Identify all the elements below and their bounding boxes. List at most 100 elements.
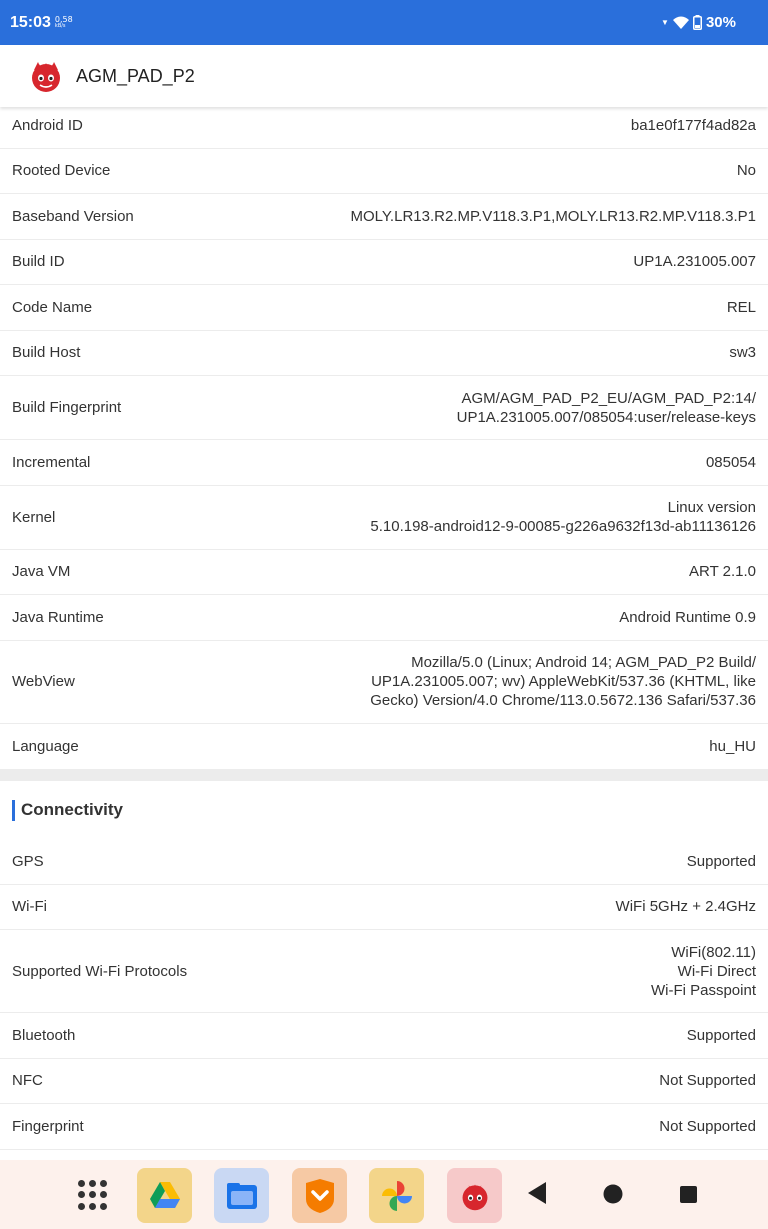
status-right: ▼ 30% <box>661 14 758 31</box>
row-bluetooth: Bluetooth Supported <box>0 1013 768 1059</box>
row-label: Java Runtime <box>12 608 104 626</box>
status-bar: 15:03 0,58 kB/s ▼ 30% <box>0 0 768 45</box>
row-webview: WebView Mozilla/5.0 (Linux; Android 14; … <box>0 641 768 724</box>
row-label: Wi-Fi <box>12 898 47 916</box>
row-label: Code Name <box>12 298 93 316</box>
row-value: 085054 <box>705 453 756 471</box>
grid-dot <box>78 1180 85 1187</box>
row-nfc: NFC Not Supported <box>0 1059 768 1104</box>
row-wifi: Wi-Fi WiFi 5GHz + 2.4GHz <box>0 885 768 930</box>
row-label: Build ID <box>12 253 65 271</box>
files-app-button[interactable] <box>214 1168 269 1223</box>
grid-dot <box>78 1191 85 1199</box>
app-drawer-button[interactable] <box>78 1180 108 1210</box>
grid-dot <box>89 1191 96 1199</box>
row-value: Not Supported <box>659 1117 756 1135</box>
row-value: Supported <box>686 1026 756 1044</box>
signal-arrow-icon: ▼ <box>661 18 669 27</box>
launcher-app-button[interactable] <box>292 1168 347 1223</box>
row-value: hu_HU <box>709 737 756 755</box>
row-build-id: Build ID UP1A.231005.007 <box>0 240 768 285</box>
recents-nav-button[interactable] <box>680 1186 697 1203</box>
row-baseband-version: Baseband Version MOLY.LR13.R2.MP.V118.3.… <box>0 194 768 240</box>
net-speed-value: 0,58 <box>54 14 73 24</box>
antutu-icon <box>462 1183 487 1210</box>
back-nav-button[interactable] <box>528 1182 546 1204</box>
row-label: WebView <box>12 673 75 690</box>
row-label: Incremental <box>12 453 91 471</box>
battery-icon <box>692 15 702 30</box>
photos-app-button[interactable] <box>369 1168 424 1223</box>
grid-dot <box>78 1202 85 1210</box>
row-android-id: Android ID ba1e0f177f4ad82a <box>0 103 768 149</box>
row-incremental: Incremental 085054 <box>0 440 768 486</box>
launcher-icon <box>305 1178 334 1213</box>
row-label: Kernel <box>12 508 56 526</box>
row-value: sw3 <box>729 344 756 362</box>
row-fingerprint: Fingerprint Not Supported <box>0 1104 768 1150</box>
wifi-icon <box>672 16 689 29</box>
net-speed-unit: kB/s <box>54 22 66 29</box>
files-icon <box>226 1182 257 1209</box>
section-title: Connectivity <box>21 800 124 819</box>
app-bar: AGM_PAD_P2 <box>0 45 768 107</box>
row-rooted-device: Rooted Device No <box>0 149 768 194</box>
section-divider <box>0 769 768 781</box>
photos-icon <box>381 1180 412 1211</box>
net-speed: 0,58 kB/s <box>54 14 73 30</box>
row-label: Language <box>12 737 79 755</box>
row-label: Supported Wi-Fi Protocols <box>12 962 188 980</box>
row-label: Android ID <box>12 116 83 134</box>
row-label: Fingerprint <box>12 1117 84 1135</box>
grid-dot <box>100 1191 107 1199</box>
row-label: GPS <box>12 852 44 870</box>
battery-level: 30% <box>705 14 736 31</box>
row-value: WiFi 5GHz + 2.4GHz <box>615 898 756 916</box>
row-value: AGM/AGM_PAD_P2_EU/AGM_PAD_P2:14/ UP1A.23… <box>456 389 756 426</box>
row-code-name: Code Name REL <box>0 285 768 331</box>
row-java-vm: Java VM ART 2.1.0 <box>0 550 768 595</box>
row-value: Linux version 5.10.198-android12-9-00085… <box>370 499 756 535</box>
row-value: MOLY.LR13.R2.MP.V118.3.P1,MOLY.LR13.R2.M… <box>350 207 756 225</box>
section-header-connectivity: Connectivity <box>0 781 768 839</box>
clock: 15:03 <box>10 13 51 31</box>
row-value: REL <box>726 298 756 316</box>
antutu-app-button[interactable] <box>447 1168 502 1223</box>
home-nav-button[interactable] <box>603 1184 623 1204</box>
row-wifi-protocols: Supported Wi-Fi Protocols WiFi(802.11) W… <box>0 930 768 1013</box>
row-value: ba1e0f177f4ad82a <box>630 116 756 134</box>
connectivity-list: GPS Supported Wi-Fi WiFi 5GHz + 2.4GHz S… <box>0 839 768 1150</box>
row-label: Bluetooth <box>12 1026 76 1044</box>
drive-app-button[interactable] <box>137 1168 192 1223</box>
info-list[interactable]: Android ID ba1e0f177f4ad82a Rooted Devic… <box>0 103 768 1150</box>
row-label: Build Fingerprint <box>12 399 122 416</box>
device-title: AGM_PAD_P2 <box>76 65 195 86</box>
row-value: ART 2.1.0 <box>689 563 756 581</box>
drive-icon <box>149 1182 180 1208</box>
row-label: Baseband Version <box>12 207 134 225</box>
grid-dot <box>89 1180 96 1187</box>
row-gps: GPS Supported <box>0 839 768 885</box>
row-value: Android Runtime 0.9 <box>619 608 756 626</box>
row-value: WiFi(802.11) Wi-Fi Direct Wi-Fi Passpoin… <box>650 943 756 999</box>
row-value: Supported <box>686 852 756 870</box>
row-value: UP1A.231005.007 <box>633 253 756 271</box>
row-label: Java VM <box>12 563 71 581</box>
antutu-logo-icon <box>32 62 60 92</box>
row-value: Not Supported <box>659 1072 756 1090</box>
row-java-runtime: Java Runtime Android Runtime 0.9 <box>0 595 768 641</box>
row-build-fingerprint: Build Fingerprint AGM/AGM_PAD_P2_EU/AGM_… <box>0 376 768 440</box>
row-language: Language hu_HU <box>0 724 768 770</box>
row-label: Build Host <box>12 344 81 362</box>
row-kernel: Kernel Linux version 5.10.198-android12-… <box>0 486 768 550</box>
status-left: 15:03 0,58 kB/s <box>10 14 73 32</box>
row-build-host: Build Host sw3 <box>0 331 768 376</box>
grid-dot <box>89 1202 96 1210</box>
row-label: Rooted Device <box>12 162 111 180</box>
grid-dot <box>100 1202 107 1210</box>
row-value: No <box>736 162 756 180</box>
section-accent-bar <box>12 799 15 821</box>
row-label: NFC <box>12 1072 43 1090</box>
taskbar-dock <box>0 1160 768 1229</box>
row-value: Mozilla/5.0 (Linux; Android 14; AGM_PAD_… <box>370 654 756 709</box>
